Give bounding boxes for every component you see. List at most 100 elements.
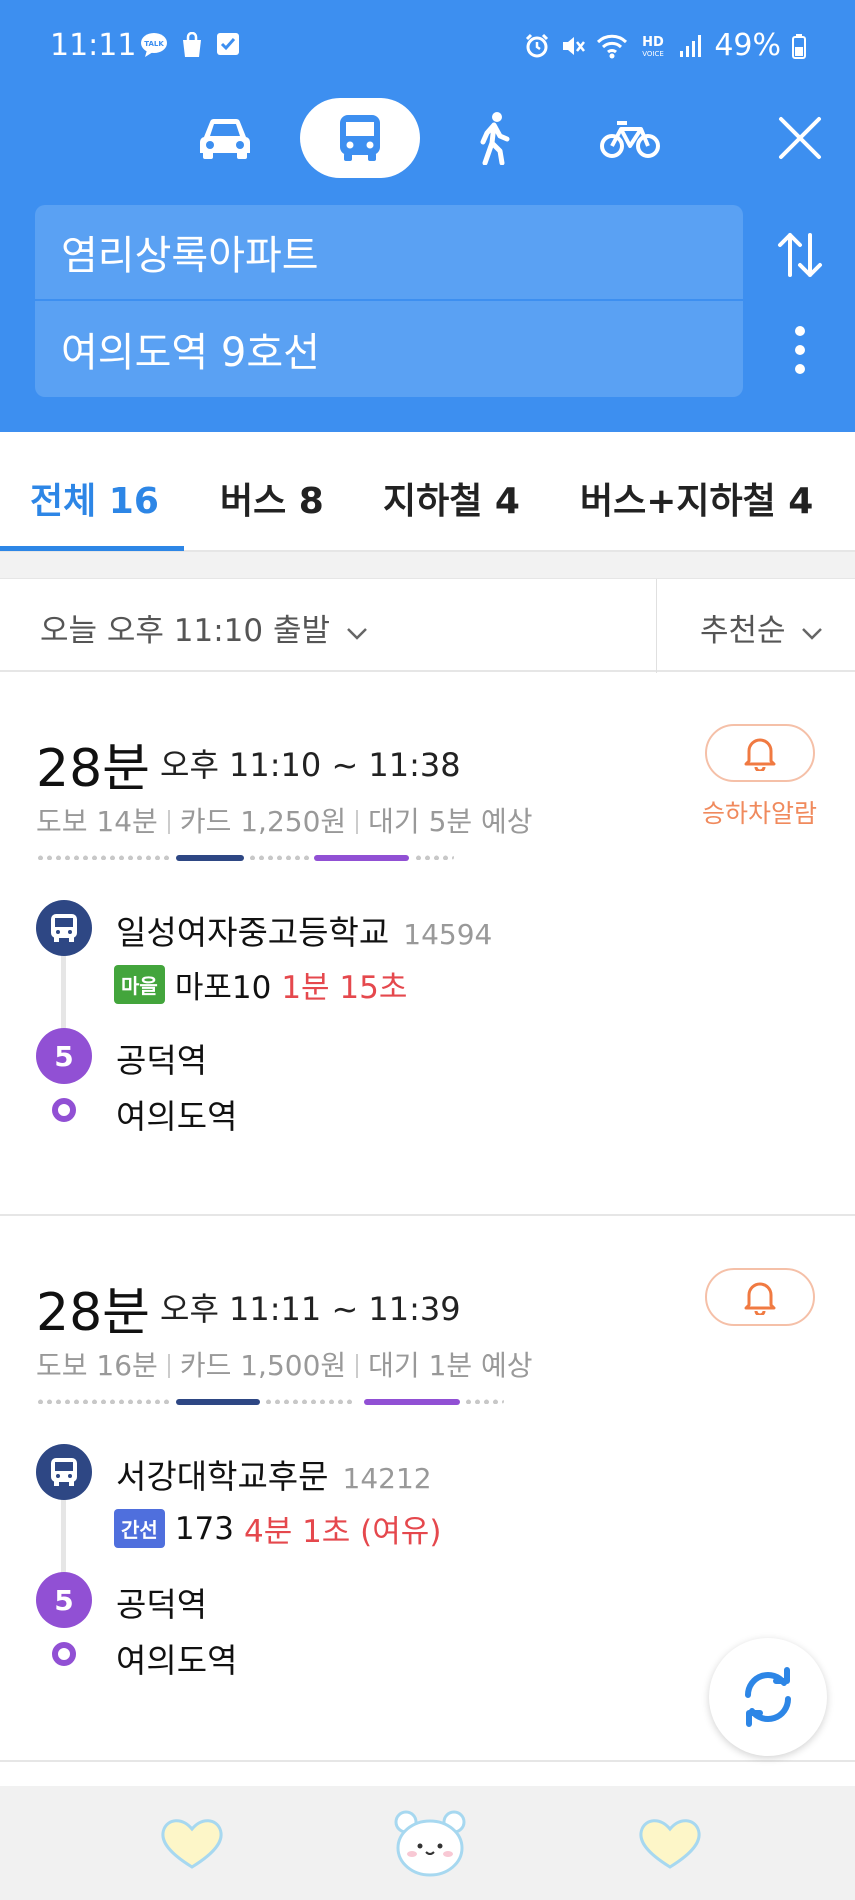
bus-type-badge: 간선 (114, 1509, 165, 1548)
route-inputs: 염리상록아파트 여의도역 9호선 (35, 205, 743, 397)
sort-selector[interactable]: 추천순 (700, 605, 823, 650)
close-button[interactable] (760, 98, 840, 178)
hd-voice-icon: HDVOICE (642, 35, 665, 58)
card-divider (0, 1760, 855, 1762)
alarm-icon (526, 33, 549, 57)
chevron-down-icon (347, 628, 367, 640)
status-bar: 11:11 TALK HD VOICE 49% (0, 0, 855, 95)
close-icon (779, 117, 821, 159)
walk-time: 도보 14분 (36, 805, 158, 838)
nav-home-button[interactable] (390, 1808, 470, 1878)
bell-icon (744, 1282, 776, 1315)
refresh-icon (745, 1667, 791, 1727)
route-progress-bar (36, 1399, 506, 1405)
bus-step-icon (36, 900, 92, 956)
route-duration: 28분 (36, 739, 151, 799)
sort-label: 추천순 (700, 613, 786, 649)
tab-all[interactable]: 전체 16 (30, 472, 159, 524)
section-gap (0, 552, 855, 578)
refresh-button[interactable] (709, 1638, 827, 1756)
bus-icon (51, 1458, 77, 1486)
car-mode-button[interactable] (180, 98, 270, 178)
bus-route-number: 마포10 (174, 970, 272, 1006)
stop-id: 14594 (403, 918, 493, 951)
filter-divider (656, 579, 657, 673)
heart-icon (161, 1819, 223, 1869)
bell-icon (744, 738, 776, 771)
bike-icon (600, 121, 660, 158)
route-type-tabs: 전체 16 버스 8 지하철 4 버스+지하철 4 (0, 432, 855, 552)
tab-bus-subway[interactable]: 버스+지하철 4 (580, 472, 813, 524)
route-meta: 도보 16분 카드 1,500원 대기 1분 예상 (36, 1344, 533, 1384)
route-time-range: 오후 11:10 ~ 11:38 (160, 746, 461, 784)
bus-icon (51, 914, 77, 942)
hd-label: HD (642, 35, 664, 50)
bus-type-badge: 마을 (114, 965, 165, 1004)
boarding-stop-name: 일성여자중고등학교 (116, 913, 390, 952)
mute-icon (563, 36, 586, 55)
travel-mode-row (0, 98, 855, 178)
departure-time-label: 오늘 오후 11:10 출발 (40, 613, 331, 649)
more-vertical-icon (795, 326, 805, 374)
bus-step-icon (36, 1444, 92, 1500)
origin-field[interactable]: 염리상록아파트 (35, 205, 743, 301)
voice-label: VOICE (643, 50, 665, 58)
battery-icon (792, 33, 806, 59)
swap-icon (778, 233, 822, 277)
bus-mode-button[interactable] (300, 98, 420, 178)
bus-route-number: 173 (174, 1510, 234, 1547)
destination-dot-icon (52, 1098, 76, 1122)
directions-screen: 11:11 TALK HD VOICE 49% 염리상록아파트 여의도역 9호선… (0, 0, 855, 1900)
tab-subway[interactable]: 지하철 4 (383, 472, 520, 524)
bike-mode-button[interactable] (585, 98, 675, 178)
walk-time: 도보 16분 (36, 1349, 158, 1382)
wifi-icon (597, 34, 628, 58)
talk-icon: TALK (141, 33, 167, 57)
route-meta: 도보 14분 카드 1,250원 대기 5분 예상 (36, 800, 533, 840)
boarding-stop-name: 서강대학교후문 (116, 1457, 329, 1496)
alarm-button[interactable] (705, 1268, 815, 1326)
checkbox-icon (217, 33, 239, 55)
heart-icon (639, 1819, 701, 1869)
bus-icon (340, 115, 380, 161)
destination-field[interactable]: 여의도역 9호선 (35, 301, 743, 397)
departure-time-selector[interactable]: 오늘 오후 11:10 출발 (40, 605, 368, 650)
filter-bar: 오늘 오후 11:10 출발 추천순 (0, 578, 855, 673)
status-right: HD VOICE 49% (524, 28, 807, 63)
active-tab-indicator (0, 546, 184, 551)
more-button[interactable] (775, 320, 825, 380)
nav-left-button[interactable] (152, 1808, 232, 1878)
bus-eta: 4분 1초 (여유) (243, 1514, 442, 1550)
transfer-station: 공덕역 (116, 1041, 208, 1080)
boarding-stop: 서강대학교후문 14212 (116, 1450, 432, 1498)
notification-icons: TALK (140, 32, 240, 58)
route-progress-bar (36, 855, 456, 861)
swap-button[interactable] (770, 225, 830, 285)
bus-eta: 1분 15초 (281, 970, 408, 1006)
tab-bus[interactable]: 버스 8 (220, 472, 324, 524)
car-icon (199, 118, 251, 159)
chevron-down-icon (802, 628, 823, 640)
destination-station: 여의도역 (116, 1097, 238, 1136)
talk-badge-text: TALK (144, 40, 164, 48)
subway-line-icon: 5 (36, 1572, 92, 1628)
destination-dot-icon (52, 1642, 76, 1666)
route-card[interactable]: 28분 오후 11:10 ~ 11:38 도보 14분 카드 1,250원 대기 5… (0, 672, 855, 1214)
bear-icon (394, 1810, 466, 1877)
wait-time: 대기 1분 예상 (368, 1349, 533, 1382)
alarm-button[interactable] (705, 724, 815, 782)
route-duration: 28분 (36, 1283, 151, 1343)
stop-id: 14212 (342, 1462, 432, 1495)
nav-right-button[interactable] (630, 1808, 710, 1878)
boarding-stop: 일성여자중고등학교 14594 (116, 906, 492, 954)
battery-percent: 49% (714, 28, 781, 63)
walk-icon (480, 112, 510, 165)
bus-arrival-row: 마을 마포10 1분 15초 (114, 962, 407, 1007)
walk-mode-button[interactable] (450, 98, 540, 178)
signal-icon (680, 34, 702, 57)
route-time-range: 오후 11:11 ~ 11:39 (160, 1290, 461, 1328)
alarm-label: 승하차알람 (702, 799, 818, 828)
destination-station: 여의도역 (116, 1641, 238, 1680)
fare: 카드 1,250원 (179, 805, 347, 838)
subway-line-icon: 5 (36, 1028, 92, 1084)
